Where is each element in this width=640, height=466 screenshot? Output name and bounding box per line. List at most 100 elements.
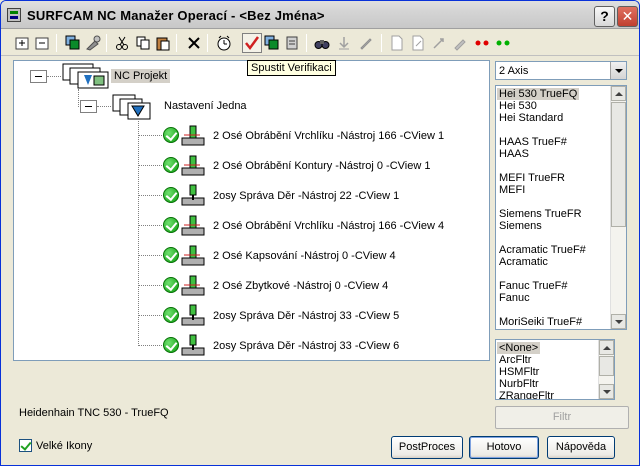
op-label: 2osy Správa Děr -Nástroj 33 -CView 6 — [213, 340, 400, 352]
status-check-icon — [163, 337, 179, 353]
nc-manager-window: SURFCAM NC Manažer Operací - <Bez Jména>… — [0, 0, 640, 466]
post-list-item[interactable]: Hei 530 TrueFQ — [497, 88, 580, 100]
binoculars-icon[interactable] — [312, 33, 332, 53]
post-list-item[interactable]: MEFI TrueFR — [499, 172, 565, 184]
post-list-item[interactable]: Fanuc — [499, 292, 530, 304]
status-check-icon — [163, 217, 179, 233]
toolpath-icon — [181, 215, 205, 236]
red-dots-icon[interactable] — [472, 33, 492, 53]
op-label: 2osy Správa Děr -Nástroj 22 -CView 1 — [213, 190, 400, 202]
axis-combo[interactable]: 2 Axis — [495, 61, 627, 80]
edit-tool-icon[interactable] — [356, 33, 376, 53]
close-button[interactable]: ✕ — [617, 6, 638, 27]
post-list-item[interactable]: Siemens TrueFR — [499, 208, 582, 220]
pencil-icon[interactable] — [450, 33, 470, 53]
rest-mill-icon — [181, 275, 205, 296]
post-list-item[interactable]: Hei Standard — [499, 112, 563, 124]
operations-icon[interactable] — [63, 33, 83, 53]
post-list-item[interactable]: MEFI — [499, 184, 525, 196]
op-label: 2 Osé Obrábění Kontury -Nástroj 0 -CView… — [213, 160, 431, 172]
post-list-item[interactable]: Fanuc TrueF# — [499, 280, 567, 292]
clock-icon[interactable] — [214, 33, 234, 53]
toolpath-icon — [181, 125, 205, 146]
filter-list-item[interactable]: ArcFltr — [499, 354, 531, 366]
paste-icon[interactable] — [153, 33, 173, 53]
new-document-icon[interactable] — [387, 33, 407, 53]
scroll-thumb[interactable] — [599, 356, 614, 376]
collapse-all-icon[interactable] — [33, 33, 53, 53]
verify-model-icon[interactable] — [262, 33, 282, 53]
filter-list[interactable]: ZRangeFltr NurbFltr HSMFltr ArcFltr <None> — [495, 339, 615, 400]
drill-icon — [181, 304, 205, 326]
move-down-icon[interactable] — [334, 33, 354, 53]
filter-button[interactable]: Filtr — [495, 406, 629, 429]
toolpath-icon — [181, 155, 205, 176]
setup-label[interactable]: Nastavení Jedna — [164, 100, 247, 112]
scroll-down-icon[interactable] — [611, 314, 626, 329]
large-icons-label: Velké Ikony — [36, 439, 93, 452]
operation-tree[interactable]: NC Projekt Nastavení Jedna 2 Osé Obráběn… — [13, 60, 490, 361]
tooltip: Spustit Verifikaci — [247, 60, 336, 76]
status-check-icon — [163, 277, 179, 293]
selected-post-label: Heidenhain TNC 530 - TrueFQ — [19, 407, 169, 419]
title-bar[interactable]: SURFCAM NC Manažer Operací - <Bez Jména>… — [1, 1, 639, 29]
post-processor-list[interactable]: MoriSeiki TrueF# Fanuc Fanuc TrueF# Acramat… — [495, 85, 627, 330]
filter-list-item[interactable]: ZRangeFltr — [499, 390, 554, 399]
op-label: 2 Osé Obrábění Vrchlíku -Nástroj 166 -CV… — [213, 130, 445, 142]
filter-list-item[interactable]: <None> — [497, 342, 541, 354]
status-check-icon — [163, 187, 179, 203]
op-label: 2 Osé Obrábění Vrchlíku -Nástroj 166 -CV… — [213, 220, 445, 232]
run-verification-icon[interactable] — [242, 33, 262, 53]
large-icons-checkbox[interactable] — [19, 439, 32, 452]
scroll-up-icon[interactable] — [611, 86, 626, 101]
chevron-down-icon[interactable] — [610, 62, 626, 79]
scroll-up-icon[interactable] — [599, 340, 614, 355]
status-check-icon — [163, 247, 179, 263]
axis-combo-value: 2 Axis — [499, 65, 529, 77]
nc-project-label[interactable]: NC Projekt — [111, 69, 171, 83]
post-list-item[interactable]: MoriSeiki TrueF# — [499, 316, 582, 328]
post-list-item[interactable]: Acramatic — [499, 256, 548, 268]
nc-project-icon — [62, 63, 109, 89]
status-check-icon — [163, 127, 179, 143]
op-label: 2osy Správa Děr -Nástroj 33 -CView 5 — [213, 310, 400, 322]
cut-icon[interactable] — [112, 33, 132, 53]
delete-icon[interactable] — [184, 33, 204, 53]
filter-list-item[interactable]: HSMFltr — [499, 366, 539, 378]
tools-icon[interactable] — [83, 33, 103, 53]
pocket-icon — [181, 245, 205, 266]
large-icons-option[interactable]: Velké Ikony — [19, 439, 92, 452]
post-list-item[interactable]: HAAS — [499, 148, 529, 160]
verify-options-icon[interactable] — [283, 33, 303, 53]
drill-icon — [181, 184, 205, 206]
copy-icon[interactable] — [133, 33, 153, 53]
postproces-button[interactable]: PostProces — [391, 436, 463, 459]
help-dialog-button[interactable]: Nápověda — [547, 436, 615, 459]
green-dots-icon[interactable] — [493, 33, 513, 53]
setup-icon — [112, 94, 151, 120]
help-button[interactable]: ? — [594, 6, 615, 27]
setup-expander[interactable] — [80, 100, 97, 113]
done-button[interactable]: Hotovo — [469, 436, 539, 459]
expand-all-icon[interactable] — [13, 33, 33, 53]
post-list-item[interactable]: Siemens — [499, 220, 542, 232]
scroll-thumb[interactable] — [611, 102, 626, 227]
op-label: 2 Osé Zbytkové -Nástroj 0 -CView 4 — [213, 280, 389, 292]
root-expander[interactable] — [30, 70, 47, 83]
post-list-scrollbar[interactable] — [610, 86, 626, 329]
filter-list-scrollbar[interactable] — [598, 340, 614, 399]
drill-icon — [181, 334, 205, 356]
filter-list-item[interactable]: NurbFltr — [499, 378, 539, 390]
post-list-item[interactable]: HAAS TrueF# — [499, 136, 567, 148]
status-check-icon — [163, 157, 179, 173]
app-icon — [7, 8, 21, 22]
post-list-item[interactable]: Acramatic TrueF# — [499, 244, 586, 256]
post-list-item[interactable]: Hei 530 — [499, 100, 537, 112]
toolbar — [1, 30, 639, 56]
scroll-down-icon[interactable] — [599, 384, 614, 399]
edit-document-icon[interactable] — [408, 33, 428, 53]
window-title: SURFCAM NC Manažer Operací - <Bez Jména> — [27, 8, 325, 23]
status-check-icon — [163, 307, 179, 323]
op-label: 2 Osé Kapsování -Nástroj 0 -CView 4 — [213, 250, 396, 262]
reorder-icon[interactable] — [429, 33, 449, 53]
